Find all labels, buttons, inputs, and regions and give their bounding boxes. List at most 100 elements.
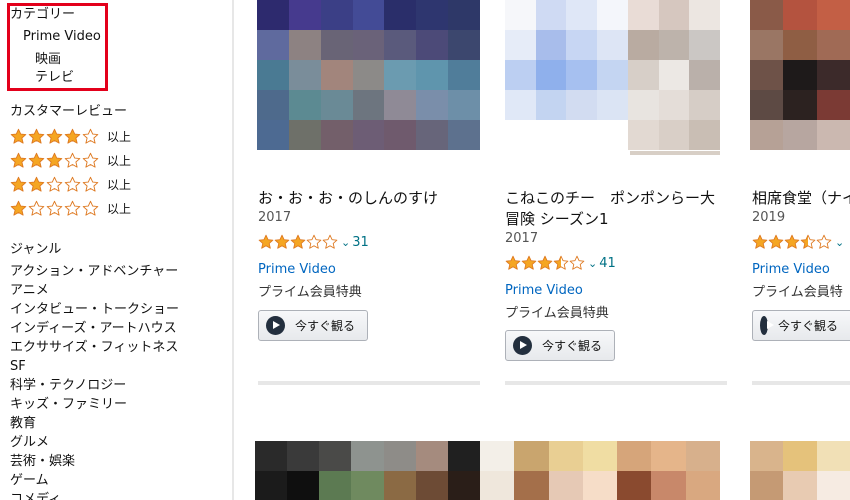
star-icon <box>82 128 99 144</box>
star-rating-icon <box>10 176 99 193</box>
star-icon <box>553 255 569 270</box>
category-link-tv[interactable]: テレビ <box>35 66 74 85</box>
prime-video-link[interactable]: Prime Video <box>752 262 830 277</box>
genre-item[interactable]: グルメ <box>10 433 179 452</box>
watch-now-label: 今すぐ観る <box>295 319 356 333</box>
genre-list: アクション・アドベンチャー アニメ インタビュー・トークショー インディーズ・ア… <box>10 262 179 500</box>
star-icon <box>258 234 274 249</box>
play-icon <box>760 316 774 335</box>
star-icon <box>46 176 63 192</box>
category-link-prime-video[interactable]: Prime Video <box>23 29 101 44</box>
star-icon <box>505 255 521 270</box>
row-separator <box>258 381 480 385</box>
product-year: 2019 <box>752 210 786 225</box>
genre-item[interactable]: キッズ・ファミリー <box>10 395 179 414</box>
prime-video-link[interactable]: Prime Video <box>258 262 336 277</box>
watch-now-button[interactable]: 今すぐ観る <box>258 310 369 341</box>
star-rating-icon <box>10 200 99 217</box>
star-icon <box>10 152 27 168</box>
customer-review-heading: カスタマーレビュー <box>10 104 128 119</box>
rating-suffix: 以上 <box>107 129 132 144</box>
row-separator <box>752 381 850 385</box>
rating-filter-1[interactable]: 以上 <box>10 197 131 219</box>
star-icon <box>82 200 99 216</box>
genre-item[interactable]: ゲーム <box>10 471 179 490</box>
star-icon <box>28 200 45 216</box>
watch-now-label: 今すぐ観る <box>542 339 603 353</box>
star-icon <box>82 152 99 168</box>
star-icon <box>28 176 45 192</box>
star-icon <box>306 234 322 249</box>
star-icon <box>521 255 537 270</box>
star-icon <box>28 152 45 168</box>
product-rating[interactable]: ⌄ 41 <box>505 254 616 272</box>
rating-filter-4[interactable]: 以上 <box>10 125 131 147</box>
product-title[interactable]: お・お・お・のしんのすけ <box>258 188 438 209</box>
star-icon <box>768 234 784 249</box>
rating-suffix: 以上 <box>107 153 132 168</box>
row-separator <box>505 381 727 385</box>
chevron-down-icon: ⌄ <box>588 256 598 270</box>
product-rating[interactable]: ⌄ 31 <box>258 233 369 251</box>
star-rating-icon <box>505 255 585 271</box>
chevron-down-icon: ⌄ <box>835 235 845 249</box>
sidebar-divider <box>232 0 234 500</box>
genre-item[interactable]: アニメ <box>10 281 179 300</box>
star-icon <box>537 255 553 270</box>
rating-suffix: 以上 <box>107 177 132 192</box>
star-icon <box>322 234 338 249</box>
product-thumbnail[interactable] <box>505 0 720 150</box>
product-thumbnail[interactable] <box>255 441 480 500</box>
genre-item[interactable]: インディーズ・アートハウス <box>10 319 179 338</box>
genre-item[interactable]: 芸術・娯楽 <box>10 452 179 471</box>
genre-item[interactable]: アクション・アドベンチャー <box>10 262 179 281</box>
category-heading: カテゴリー <box>10 7 76 22</box>
star-icon <box>784 234 800 249</box>
genre-item[interactable]: SF <box>10 357 179 376</box>
product-thumbnail[interactable] <box>750 441 850 500</box>
star-icon <box>82 176 99 192</box>
star-rating-icon <box>258 234 338 250</box>
genre-item[interactable]: 教育 <box>10 414 179 433</box>
rating-filter-2[interactable]: 以上 <box>10 173 131 195</box>
product-year: 2017 <box>505 231 539 246</box>
play-icon <box>266 316 285 335</box>
genre-item[interactable]: エクササイズ・フィットネス <box>10 338 179 357</box>
star-icon <box>28 128 45 144</box>
product-title-line2[interactable]: 冒険 シーズン1 <box>505 209 609 230</box>
product-thumbnail[interactable] <box>257 0 480 150</box>
review-count[interactable]: 31 <box>352 235 369 250</box>
star-icon <box>569 255 585 270</box>
star-icon <box>46 128 63 144</box>
product-rating[interactable]: ⌄ <box>752 233 844 251</box>
star-icon <box>10 176 27 192</box>
star-icon <box>274 234 290 249</box>
chevron-down-icon: ⌄ <box>341 235 351 249</box>
genre-item[interactable]: インタビュー・トークショー <box>10 300 179 319</box>
category-link-movies[interactable]: 映画 <box>35 48 61 67</box>
product-thumbnail[interactable] <box>750 0 850 150</box>
star-icon <box>64 176 81 192</box>
product-title[interactable]: 相席食堂（ナイ <box>752 188 850 209</box>
star-icon <box>64 128 81 144</box>
star-icon <box>46 200 63 216</box>
star-icon <box>64 152 81 168</box>
sidebar: カテゴリー Prime Video 映画 テレビ カスタマーレビュー 以上 以上 <box>0 0 232 500</box>
star-icon <box>64 200 81 216</box>
prime-video-link[interactable]: Prime Video <box>505 283 583 298</box>
star-icon <box>800 234 816 249</box>
genre-item[interactable]: 科学・テクノロジー <box>10 376 179 395</box>
watch-now-button[interactable]: 今すぐ観る <box>752 310 850 341</box>
prime-benefit-label: プライム会員特 <box>752 285 843 300</box>
product-title-line1[interactable]: こねこのチー ポンポンらー大 <box>505 188 715 209</box>
genre-item[interactable]: コメディ <box>10 490 179 500</box>
review-count[interactable]: 41 <box>599 256 616 271</box>
prime-benefit-label: プライム会員特典 <box>505 306 609 321</box>
star-icon <box>816 234 832 249</box>
star-icon <box>290 234 306 249</box>
rating-filter-3[interactable]: 以上 <box>10 149 131 171</box>
watch-now-button[interactable]: 今すぐ観る <box>505 330 616 361</box>
product-thumbnail[interactable] <box>480 441 720 500</box>
star-rating-icon <box>10 152 99 169</box>
star-icon <box>46 152 63 168</box>
